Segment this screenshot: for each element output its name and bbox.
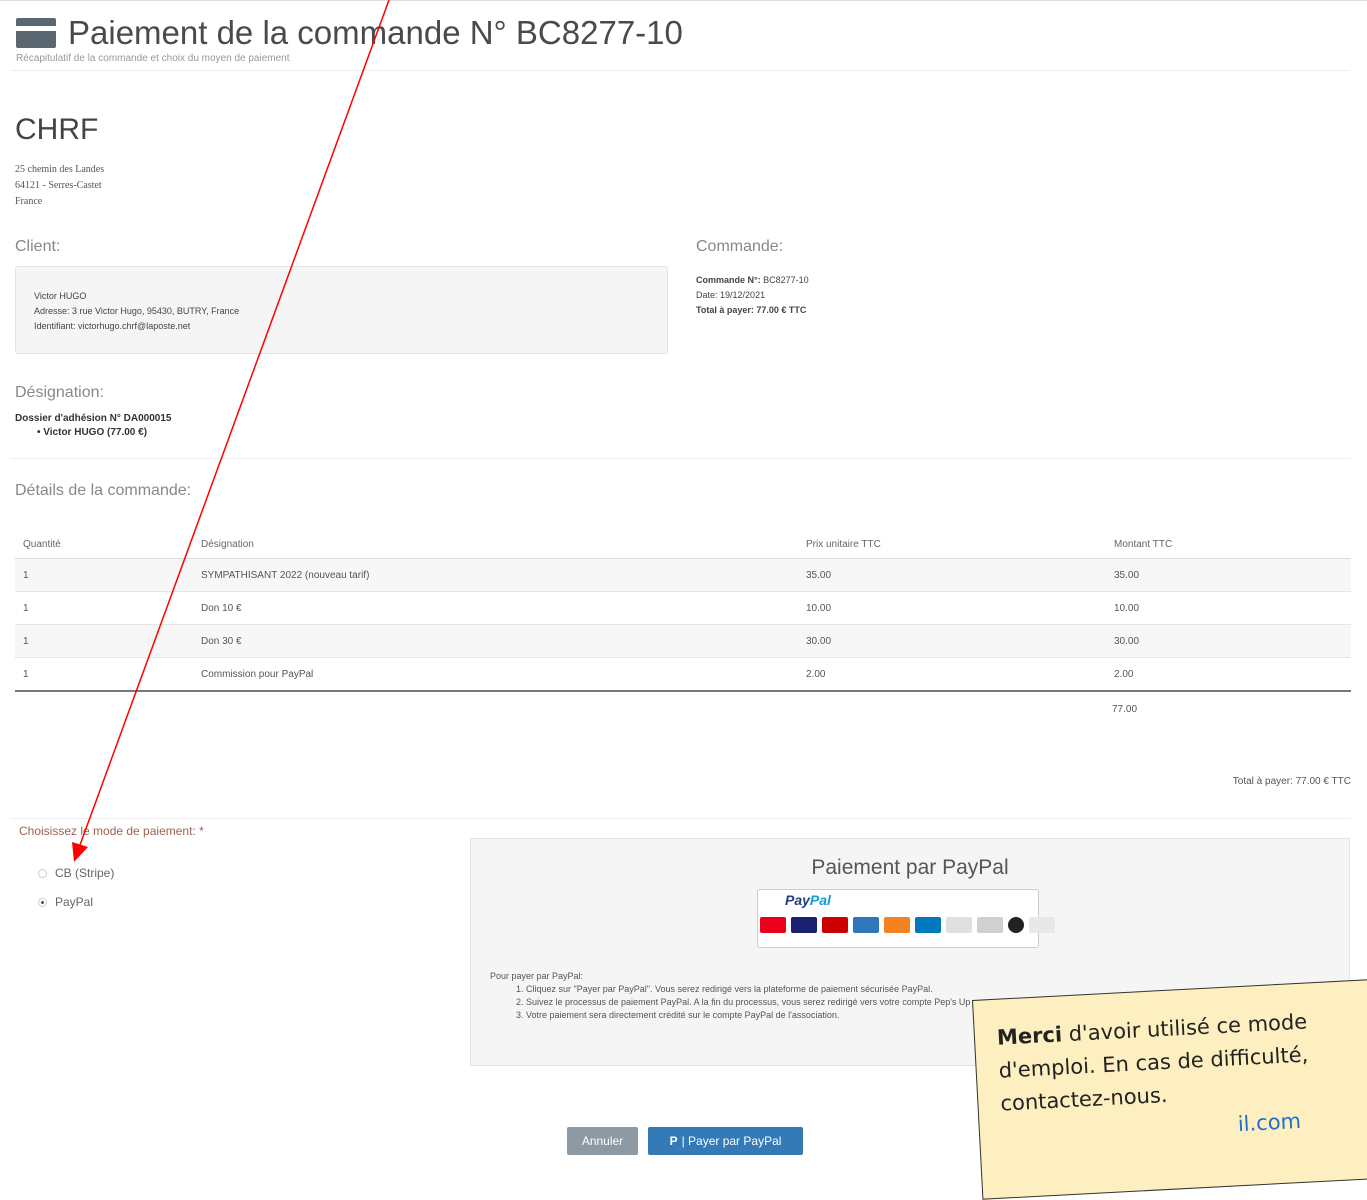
- client-name: Victor HUGO: [34, 291, 87, 301]
- pay-button-label: | Payer par PayPal: [681, 1134, 782, 1148]
- commande-total-label: Total à payer:: [696, 305, 754, 315]
- column-header: Désignation: [193, 530, 798, 559]
- radio-paypal[interactable]: PayPal: [38, 895, 93, 909]
- instruction-step: Suivez le processus de paiement PayPal. …: [526, 996, 970, 1009]
- commande-number-label: Commande N°:: [696, 275, 761, 285]
- organization-address: 25 chemin des Landes 64121 - Serres-Cast…: [15, 162, 104, 210]
- commande-details: Commande N°: BC8277-10 Date: 19/12/2021 …: [696, 273, 809, 318]
- table-row: 1 Don 10 € 10.00 10.00: [15, 591, 1351, 625]
- paypal-instructions: Pour payer par PayPal: Cliquez sur "Paye…: [490, 970, 970, 1022]
- instruction-step: Votre paiement sera directement crédité …: [526, 1009, 970, 1022]
- table-row: 1 SYMPATHISANT 2022 (nouveau tarif) 35.0…: [15, 558, 1351, 592]
- cell-designation: Don 10 €: [193, 591, 798, 625]
- table-total: 77.00: [1112, 704, 1138, 715]
- column-header: Prix unitaire TTC: [798, 530, 1106, 559]
- radio-button-selected[interactable]: [38, 897, 47, 907]
- commande-number: BC8277-10: [763, 275, 809, 285]
- column-header: Montant TTC: [1106, 530, 1351, 559]
- commande-date-label: Date:: [696, 290, 718, 300]
- top-border: [0, 0, 1367, 1]
- cell-amount: 2.00: [1106, 657, 1351, 692]
- commande-heading: Commande:: [696, 238, 784, 255]
- cell-amount: 35.00: [1106, 558, 1351, 592]
- column-header: Quantité: [15, 530, 193, 559]
- page-header: Paiement de la commande N° BC8277-10: [16, 14, 683, 52]
- commande-total: 77.00 € TTC: [756, 305, 807, 315]
- card-icon: [822, 917, 848, 933]
- details-heading: Détails de la commande:: [15, 482, 192, 499]
- member-line: Victor HUGO (77.00 €): [43, 427, 148, 438]
- address-line: France: [15, 196, 43, 207]
- payment-cards-strip: [760, 917, 1055, 933]
- client-details: Victor HUGO Adresse: 3 rue Victor Hugo, …: [34, 289, 239, 334]
- annotation-arrow-head: [72, 842, 88, 862]
- cell-unit-price: 10.00: [798, 591, 1106, 625]
- radio-label: PayPal: [55, 895, 94, 909]
- cell-unit-price: 30.00: [798, 624, 1106, 658]
- client-heading: Client:: [15, 238, 61, 255]
- note-email-link[interactable]: il.com: [1002, 1109, 1301, 1149]
- client-identifier: Identifiant: victorhugo.chrf@laposte.net: [34, 321, 191, 331]
- card-icon: [915, 917, 941, 933]
- cancel-button[interactable]: Annuler: [567, 1127, 638, 1155]
- cell-amount: 10.00: [1106, 591, 1351, 625]
- cell-quantity: 1: [15, 624, 193, 658]
- designation-heading: Désignation:: [15, 384, 104, 401]
- designation-details: Dossier d'adhésion N° DA000015 • Victor …: [15, 413, 172, 438]
- cell-unit-price: 2.00: [798, 657, 1106, 692]
- instructions-title: Pour payer par PayPal:: [490, 971, 584, 981]
- visa-icon: [791, 917, 817, 933]
- help-note: Merci d'avoir utilisé ce mode d'emploi. …: [972, 978, 1367, 1200]
- paypal-logo: PayPal: [785, 892, 831, 908]
- payment-method-label: Choisissez le mode de paiement: *: [19, 824, 204, 838]
- mastercard-icon: [760, 917, 786, 933]
- credit-card-icon: [16, 18, 56, 48]
- table-row: 1 Commission pour PayPal 2.00 2.00: [15, 657, 1351, 692]
- client-address: Adresse: 3 rue Victor Hugo, 95430, BUTRY…: [34, 306, 240, 316]
- cell-designation: Don 30 €: [193, 624, 798, 658]
- discover-icon: [884, 917, 910, 933]
- address-line: 25 chemin des Landes: [15, 164, 105, 175]
- cell-quantity: 1: [15, 558, 193, 592]
- amex-icon: [853, 917, 879, 933]
- radio-button[interactable]: [38, 868, 47, 878]
- card-icon: [1029, 917, 1055, 933]
- radio-label: CB (Stripe): [55, 866, 115, 880]
- divider: [10, 818, 1350, 819]
- divider: [10, 70, 1350, 71]
- cell-designation: Commission pour PayPal: [193, 657, 798, 692]
- paypal-panel-title: Paiement par PayPal: [811, 856, 1009, 879]
- cell-amount: 30.00: [1106, 624, 1351, 658]
- total-to-pay: Total à payer: 77.00 € TTC: [1232, 776, 1351, 787]
- instruction-step: Cliquez sur "Payer par PayPal". Vous ser…: [526, 983, 970, 996]
- pay-with-paypal-button[interactable]: P | Payer par PayPal: [648, 1127, 803, 1155]
- cell-unit-price: 35.00: [798, 558, 1106, 592]
- card-icon: [946, 917, 972, 933]
- cell-designation: SYMPATHISANT 2022 (nouveau tarif): [193, 558, 798, 592]
- card-icon: [977, 917, 1003, 933]
- commande-date: 19/12/2021: [720, 290, 766, 300]
- address-line: 64121 - Serres-Castet: [15, 180, 102, 191]
- page-title: Paiement de la commande N° BC8277-10: [68, 14, 683, 51]
- card-icon: [1008, 917, 1024, 933]
- note-bold: Merci: [996, 1022, 1063, 1050]
- divider: [10, 458, 1350, 459]
- table-row: 1 Don 30 € 30.00 30.00: [15, 624, 1351, 658]
- cell-quantity: 1: [15, 591, 193, 625]
- dossier-label: Dossier d'adhésion N° DA000015: [15, 413, 172, 424]
- radio-cb-stripe[interactable]: CB (Stripe): [38, 866, 114, 880]
- paypal-icon: P: [669, 1134, 678, 1148]
- order-table: Quantité Désignation Prix unitaire TTC M…: [15, 530, 1351, 692]
- organization-name: CHRF: [15, 113, 99, 146]
- cell-quantity: 1: [15, 657, 193, 692]
- page-subtitle: Récapitulatif de la commande et choix du…: [16, 53, 290, 64]
- table-header-row: Quantité Désignation Prix unitaire TTC M…: [15, 530, 1351, 559]
